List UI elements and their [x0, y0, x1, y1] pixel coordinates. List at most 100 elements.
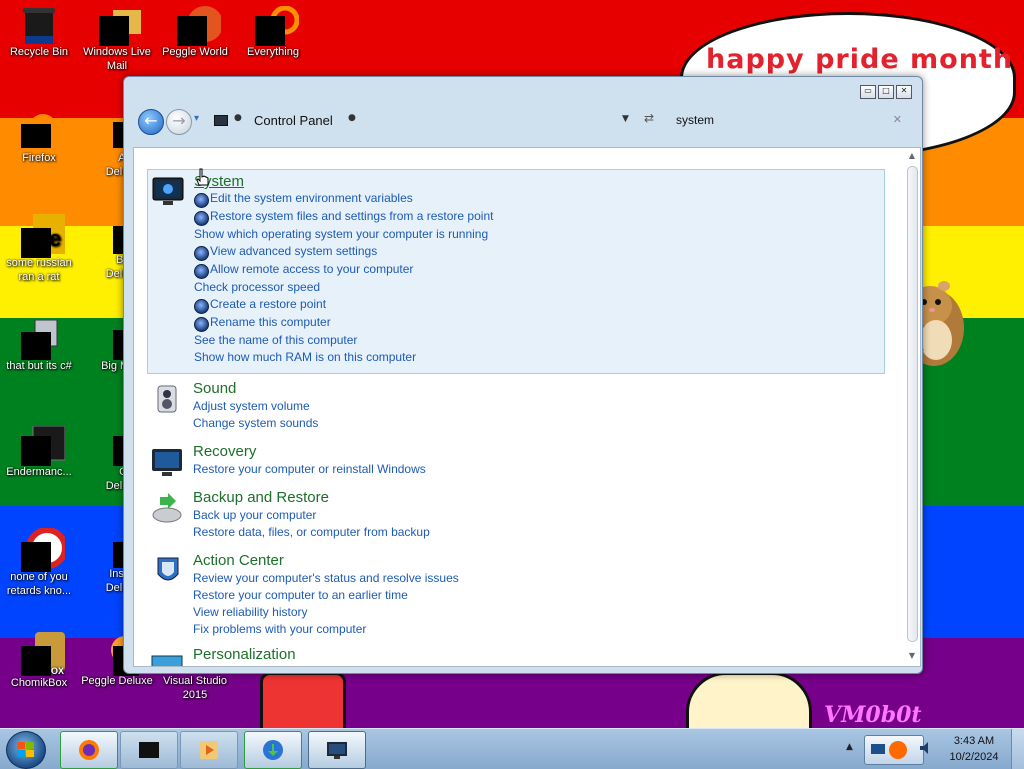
recovery-monitor-icon — [152, 449, 182, 476]
firefox-tray-icon — [889, 741, 907, 759]
link-reliability-history[interactable]: View reliability history — [193, 605, 308, 619]
taskbar-button-download-manager[interactable] — [244, 731, 302, 769]
volume-icon[interactable] — [918, 740, 934, 756]
result-group-system: System Edit the system environment varia… — [147, 169, 885, 374]
link-edit-env-vars[interactable]: Edit the system environment variables — [210, 191, 413, 205]
terminal-icon — [21, 425, 66, 466]
uac-shield-icon — [194, 193, 209, 208]
result-title-action-center[interactable]: Action Center — [193, 552, 284, 569]
desktop-icon-some-russian[interactable]: e some russian ran a rat — [0, 214, 78, 284]
desktop-icon-label: Everything — [247, 46, 299, 58]
uac-shield-icon — [194, 264, 209, 279]
desktop-icon-peggle-world[interactable]: Peggle World — [156, 6, 234, 59]
system-clock[interactable]: 3:43 AM 10/2/2024 — [942, 733, 1006, 765]
desktop-icon-endermanch[interactable]: Endermanc... — [0, 425, 78, 479]
link-adjust-volume[interactable]: Adjust system volume — [193, 399, 310, 413]
search-input[interactable] — [668, 109, 914, 131]
clear-search-icon[interactable]: ✕ — [893, 113, 902, 126]
desktop-icon-label: that but its c# — [6, 360, 72, 372]
desktop-icon-label: none of you retards kno... — [6, 571, 72, 597]
link-rename-computer[interactable]: Rename this computer — [210, 315, 331, 329]
address-dropdown-icon[interactable]: ▼ — [622, 114, 629, 124]
desktop-icon-label: Peggle World — [162, 46, 228, 58]
uac-shield-icon — [194, 211, 209, 226]
taskbar-button-media-player[interactable] — [180, 731, 238, 769]
minimize-button[interactable]: ▭ — [860, 85, 876, 99]
result-title-personalization[interactable]: Personalization — [193, 646, 296, 663]
desktop-icon-recycle-bin[interactable]: Recycle Bin — [0, 6, 78, 59]
link-create-restore-point[interactable]: Create a restore point — [210, 297, 326, 311]
result-title-sound[interactable]: Sound — [193, 380, 236, 397]
taskbar-button-black-box-app[interactable] — [120, 731, 178, 769]
link-check-processor-speed[interactable]: Check processor speed — [194, 280, 320, 294]
mail-icon — [99, 6, 141, 46]
uac-shield-icon — [194, 246, 209, 261]
show-desktop-button[interactable] — [1011, 729, 1024, 769]
black-box-icon — [139, 742, 159, 758]
link-restore-earlier-time[interactable]: Restore your computer to an earlier time — [193, 588, 408, 602]
scroll-up-icon[interactable]: ▲ — [906, 150, 918, 162]
link-restore-data[interactable]: Restore data, files, or computer from ba… — [193, 525, 430, 539]
clock-time: 3:43 AM — [953, 735, 995, 747]
speech-bubble-text: happy pride month — [706, 44, 1014, 75]
navigation-bar: ← → ▾ ● Control Panel ● ▼ ⇄ ✕ — [130, 105, 916, 139]
breadcrumb-control-panel[interactable]: Control Panel — [254, 113, 333, 128]
folder-stack-icon — [21, 319, 58, 360]
hamster-app-icon: OX — [21, 632, 65, 676]
recycle-bin-icon — [21, 6, 57, 44]
link-restore-system-files[interactable]: Restore system files and settings from a… — [210, 209, 493, 223]
link-back-up-computer[interactable]: Back up your computer — [193, 508, 316, 522]
link-restore-or-reinstall[interactable]: Restore your computer or reinstall Windo… — [193, 462, 426, 476]
desktop-icon-none-of-you[interactable]: none of you retards kno... — [0, 527, 78, 598]
link-fix-problems[interactable]: Fix problems with your computer — [193, 622, 366, 636]
control-panel-icon — [327, 742, 347, 759]
back-button[interactable]: ← — [138, 109, 164, 135]
personalization-icon — [151, 655, 183, 666]
maximize-button[interactable]: □ — [878, 85, 894, 99]
backup-icon — [152, 493, 182, 523]
desktop-icon-windows-live-mail[interactable]: Windows Live Mail — [78, 6, 156, 73]
link-allow-remote-access[interactable]: Allow remote access to your computer — [210, 262, 413, 276]
desktop-icon-label: Visual Studio 2015 — [162, 675, 227, 701]
notification-area: ▲ — [846, 732, 938, 766]
result-title-backup-restore[interactable]: Backup and Restore — [193, 489, 329, 506]
refresh-icon[interactable]: ⇄ — [644, 111, 654, 125]
system-monitor-icon — [152, 177, 184, 205]
taskbar: ▲ 3:43 AM 10/2/2024 — [0, 728, 1024, 769]
uac-shield-icon — [194, 317, 209, 332]
close-button[interactable]: ✕ — [896, 85, 912, 99]
windows-logo-icon — [17, 742, 34, 757]
link-change-sounds[interactable]: Change system sounds — [193, 416, 318, 430]
network-icon — [871, 744, 885, 754]
document-icon: e — [21, 214, 67, 258]
desktop-icon-label: ChomikBox — [10, 677, 68, 689]
start-button[interactable] — [6, 731, 46, 769]
forward-button[interactable]: → — [166, 109, 192, 135]
taskbar-button-firefox[interactable] — [60, 731, 118, 769]
taskbar-button-control-panel[interactable] — [308, 731, 366, 769]
scroll-down-icon[interactable]: ▼ — [906, 650, 918, 662]
tray-pinned-area[interactable] — [864, 735, 924, 765]
firefox-icon — [21, 112, 57, 148]
scrollbar-thumb[interactable] — [907, 166, 918, 642]
link-advanced-system-settings[interactable]: View advanced system settings — [210, 244, 377, 258]
recent-pages-dropdown-icon[interactable]: ▾ — [194, 113, 199, 124]
breadcrumb-separator-icon[interactable]: ● — [348, 113, 356, 123]
desktop-icon-that-but-its-csharp[interactable]: that but its c# — [0, 319, 78, 373]
desktop-icon-label: Windows Live Mail — [83, 46, 151, 72]
breadcrumb-separator-icon[interactable]: ● — [234, 113, 242, 123]
desktop-icon-chomikbox[interactable]: OX ChomikBox — [0, 632, 78, 690]
result-title-recovery[interactable]: Recovery — [193, 443, 256, 460]
link-show-ram[interactable]: Show how much RAM is on this computer — [194, 350, 416, 364]
show-hidden-icons-icon[interactable]: ▲ — [846, 742, 853, 752]
result-group-action-center: Action Center Review your computer's sta… — [147, 550, 883, 640]
vertical-scrollbar[interactable]: ▲ ▼ — [906, 150, 918, 662]
link-see-computer-name[interactable]: See the name of this computer — [194, 333, 357, 347]
speaker-icon — [157, 385, 177, 413]
firefox-icon — [79, 740, 99, 760]
desktop-icon-everything[interactable]: Everything — [234, 5, 312, 59]
svg-text:e: e — [49, 226, 61, 251]
desktop-icon-firefox[interactable]: Firefox — [0, 112, 78, 165]
link-review-status[interactable]: Review your computer's status and resolv… — [193, 571, 459, 585]
link-show-os[interactable]: Show which operating system your compute… — [194, 227, 488, 241]
